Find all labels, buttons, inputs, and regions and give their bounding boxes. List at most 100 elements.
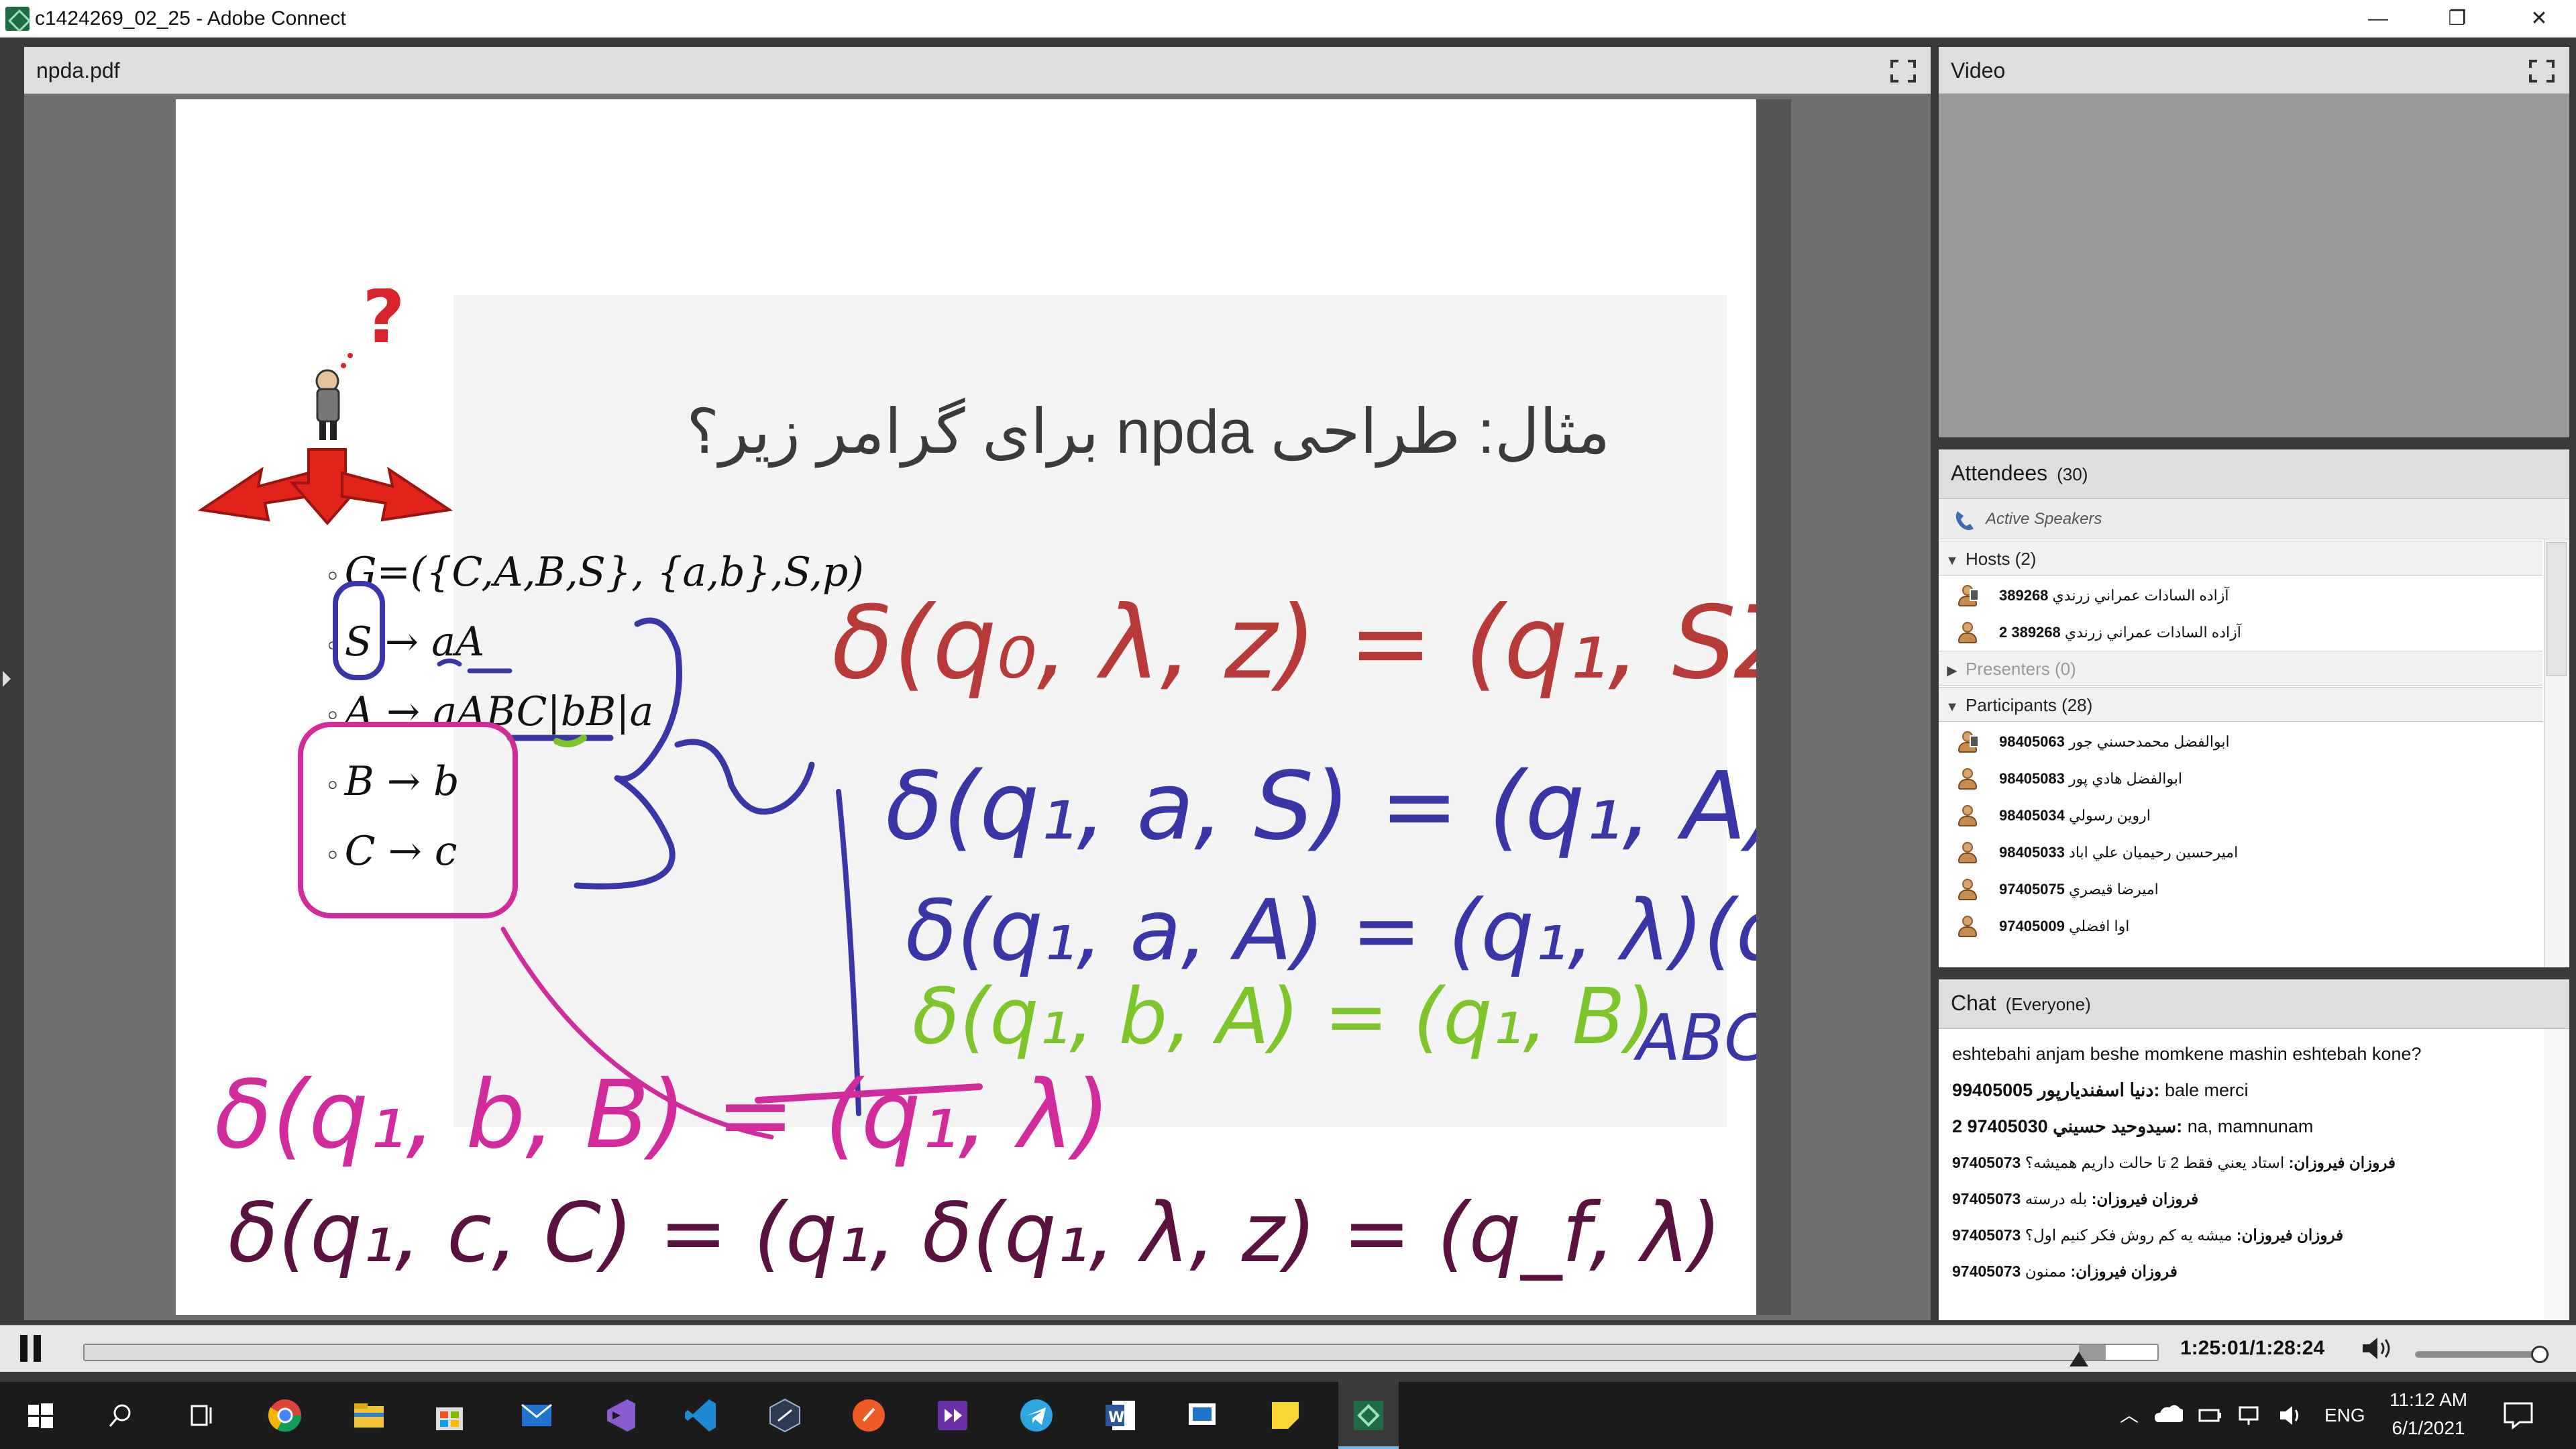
video-pod-header: Video <box>1939 47 2569 94</box>
svg-text:W: W <box>1108 1409 1124 1426</box>
fullscreen-icon[interactable] <box>1890 60 1916 83</box>
user-icon <box>1956 914 1979 938</box>
fullscreen-icon[interactable] <box>2529 60 2555 83</box>
grammar-line: ◦ S → aA <box>325 619 485 665</box>
participant-row[interactable]: 98405033 اميرحسين رحيميان علي اباد <box>1939 834 2542 871</box>
start-windows-icon[interactable] <box>20 1395 60 1436</box>
chat-scrollbar[interactable] <box>2544 1029 2569 1320</box>
participant-row[interactable]: 98405083 ابوالفضل هادي پور <box>1939 760 2542 797</box>
host-row[interactable]: 389268 آزاده السادات عمراني زرندي <box>1939 577 2542 614</box>
chat-title: Chat <box>1951 991 1996 1015</box>
chat-message: 97405073 فروزان فيروزان: بله درسته <box>1952 1190 2199 1208</box>
visual-studio-icon[interactable] <box>600 1395 641 1436</box>
notifications-icon[interactable] <box>2502 1401 2534 1430</box>
clock-time: 11:12 AM <box>2389 1389 2468 1410</box>
chat-message: 99405005 دنيا اسفنديارپور: bale merci <box>1952 1080 2249 1100</box>
clock-date: 6/1/2021 <box>2392 1417 2465 1438</box>
grammar-line: ◦ G=({C,A,B,S}, {a,b},S,p) <box>325 549 864 596</box>
left-arrow-icon <box>197 466 310 522</box>
grammar-line: ◦ C → c <box>325 828 458 875</box>
participant-user-icon <box>1956 730 1979 754</box>
search-icon[interactable] <box>101 1395 141 1436</box>
slide-title: مثال: طراحی npda برای گرامر زیر؟ <box>686 398 1610 466</box>
share-pod-header: npda.pdf <box>24 47 1931 94</box>
close-button[interactable]: ✕ <box>2502 0 2576 38</box>
chat-message: 97405073 فروزان فيروزان: ميشه يه كم روش … <box>1952 1226 2344 1244</box>
taskbar-clock[interactable]: 11:12 AM 6/1/2021 <box>2375 1386 2482 1442</box>
video-area <box>1939 94 2569 437</box>
chat-pod-header: Chat (Everyone) <box>1939 979 2569 1029</box>
onedrive-icon[interactable] <box>2153 1402 2183 1429</box>
share-pod-title: npda.pdf <box>36 58 120 83</box>
participant-row[interactable]: 98405063 ابوالفضل محمدحسني جور <box>1939 723 2542 760</box>
grammar-line: ◦ A → aABC|bB|a <box>325 688 654 735</box>
file-explorer-icon[interactable] <box>349 1395 389 1436</box>
store-icon[interactable] <box>429 1395 470 1436</box>
vscode-icon[interactable] <box>681 1395 721 1436</box>
question-mark-icon: ? <box>362 288 405 360</box>
host-row[interactable]: 2 389268 آزاده السادات عمراني زرندي <box>1939 614 2542 651</box>
speaker-icon[interactable] <box>2277 1403 2304 1428</box>
chat-message: 97405073 فروزان فيروزان: استاد يعني فقط … <box>1952 1154 2396 1171</box>
hosts-section[interactable]: ▼ Hosts (2) <box>1939 541 2542 576</box>
participant-row[interactable]: 97405075 اميرضا قيصري <box>1939 871 2542 908</box>
collapsed-triangle-icon: ▶ <box>1947 663 1957 678</box>
volume-icon[interactable] <box>2361 1336 2394 1360</box>
visual-studio-preview-icon[interactable] <box>932 1395 973 1436</box>
chat-message: 97405073 فروزان فيروزان: ممنون <box>1952 1263 2178 1280</box>
restore-button[interactable]: ❐ <box>2420 0 2494 38</box>
remote-desktop-icon[interactable] <box>1182 1395 1222 1436</box>
word-icon[interactable]: W <box>1100 1395 1140 1436</box>
sticky-notes-icon[interactable] <box>1265 1395 1305 1436</box>
chat-message: 2 97405030 سيدوحيد حسيني: na, mamnunam <box>1952 1116 2314 1136</box>
adobe-connect-icon[interactable] <box>1348 1395 1389 1436</box>
dev-tool-icon[interactable] <box>765 1395 805 1436</box>
input-language[interactable]: ENG <box>2324 1382 2365 1449</box>
volume-level <box>2416 1352 2548 1357</box>
expand-triangle-icon: ▼ <box>1945 553 1959 568</box>
presenters-section[interactable]: ▶ Presenters (0) <box>1939 651 2542 686</box>
expand-triangle-icon: ▼ <box>1945 700 1959 714</box>
chrome-icon[interactable] <box>265 1395 305 1436</box>
seek-progress <box>85 1345 2079 1360</box>
attendees-title: Attendees <box>1951 461 2048 485</box>
active-speakers-bar: Active Speakers <box>1939 499 2569 539</box>
confused-person-clipart: ? <box>197 288 453 526</box>
playback-time: 1:25:01/1:28:24 <box>2180 1337 2325 1359</box>
window-title-bar <box>0 0 2576 38</box>
user-icon <box>1956 767 1979 791</box>
attendees-pod-header: Attendees (30) <box>1939 449 2569 499</box>
pdf-page-edge <box>1756 99 1791 1315</box>
participant-row[interactable]: 98405034 اروين رسولي <box>1939 797 2542 834</box>
window-title: c1424269_02_25 - Adobe Connect <box>35 7 346 30</box>
tray-chevron-icon[interactable]: ︿ <box>2120 1382 2139 1449</box>
battery-icon[interactable] <box>2197 1403 2224 1428</box>
user-icon <box>1956 841 1979 865</box>
task-view-icon[interactable] <box>181 1395 221 1436</box>
attendees-scroll-thumb[interactable] <box>2546 542 2567 676</box>
participant-row[interactable]: 97405009 اوا افضلي <box>1939 908 2542 945</box>
mail-icon[interactable] <box>517 1395 557 1436</box>
seek-handle[interactable] <box>2069 1352 2088 1366</box>
user-icon <box>1956 804 1979 828</box>
adobe-connect-app-icon <box>5 7 30 31</box>
panel-expand-arrow-icon[interactable] <box>3 671 11 687</box>
video-pod-title: Video <box>1951 58 2006 83</box>
phone-icon <box>1955 511 1974 531</box>
host-user-icon <box>1956 584 1979 608</box>
telegram-icon[interactable] <box>1016 1395 1057 1436</box>
participants-section[interactable]: ▼ Participants (28) <box>1939 687 2542 722</box>
active-speakers-label: Active Speakers <box>1986 510 2102 528</box>
minimize-button[interactable]: — <box>2341 0 2415 38</box>
user-icon <box>1956 877 1979 902</box>
right-arrow-icon <box>341 466 453 522</box>
pause-button[interactable] <box>17 1335 44 1362</box>
network-icon[interactable] <box>2237 1403 2264 1428</box>
postman-icon[interactable] <box>849 1395 889 1436</box>
attendee-count: (30) <box>2057 464 2088 484</box>
chat-message: eshtebahi anjam beshe momkene mashin esh… <box>1952 1044 2422 1064</box>
user-icon <box>1956 621 1979 645</box>
grammar-line: ◦ B → b <box>325 758 460 805</box>
chat-scope[interactable]: (Everyone) <box>2006 994 2091 1014</box>
volume-knob[interactable] <box>2531 1346 2548 1363</box>
